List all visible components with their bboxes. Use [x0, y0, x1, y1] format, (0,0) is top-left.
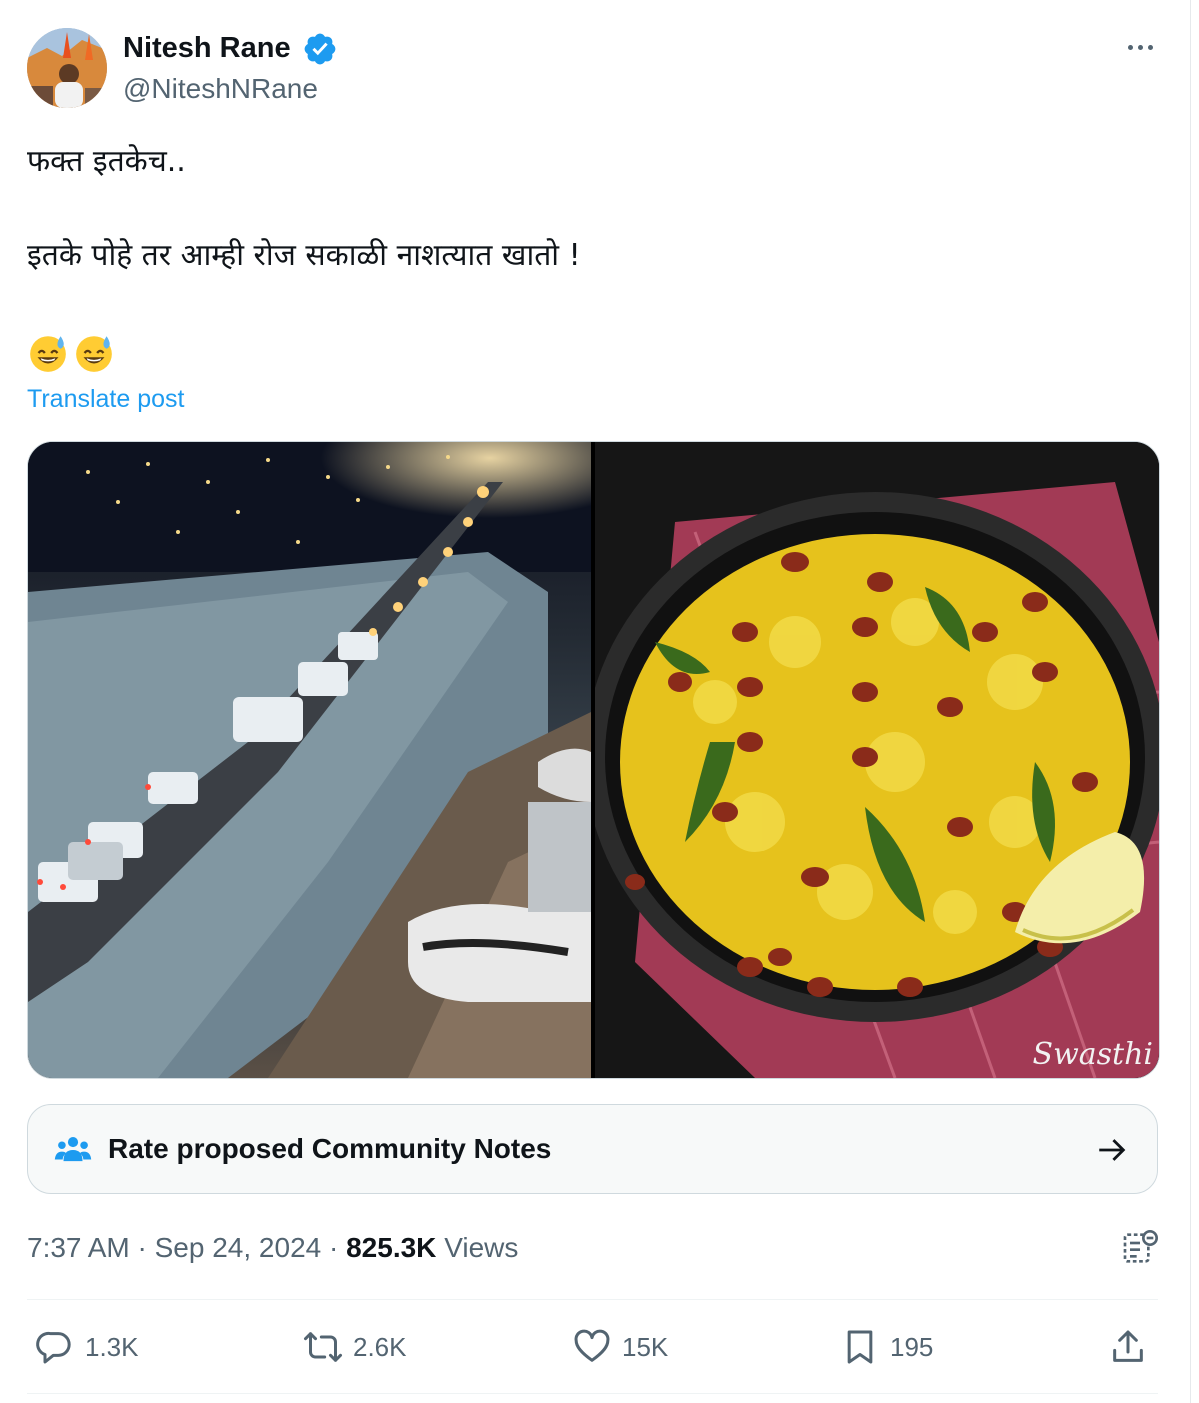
reply-icon [36, 1331, 71, 1364]
repost-icon [304, 1332, 342, 1362]
bookmark-icon [847, 1330, 873, 1364]
repost-button[interactable]: 2.6K [303, 1325, 407, 1369]
repost-count: 2.6K [353, 1332, 407, 1362]
crowd-traffic-image[interactable] [28, 442, 591, 1078]
image-watermark: Swasthi [1032, 1037, 1153, 1072]
column-border [1190, 0, 1191, 1403]
more-options-icon[interactable] [1120, 32, 1160, 62]
post-meta: 7:37 AM · Sep 24, 2024 · 825.3K Views [27, 1229, 518, 1267]
post-date[interactable]: Sep 24, 2024 [155, 1232, 322, 1263]
community-people-icon [54, 1137, 92, 1162]
post-analytics-icon[interactable] [1120, 1228, 1160, 1268]
arrow-right-icon [1099, 1139, 1126, 1161]
post-text-line-2: इतके पोहे तर आम्ही रोज सकाळी नाशत्यात खा… [27, 238, 581, 273]
community-notes-banner[interactable]: Rate proposed Community Notes [27, 1104, 1158, 1194]
bookmark-button[interactable]: 195 [840, 1325, 933, 1369]
sweat-smile-emoji-icon [30, 336, 66, 372]
divider [27, 1393, 1158, 1394]
share-icon [1113, 1330, 1143, 1362]
author-name[interactable]: Nitesh Rane [123, 30, 291, 66]
like-count: 15K [622, 1332, 669, 1362]
bookmark-count: 195 [890, 1332, 934, 1362]
post-time[interactable]: 7:37 AM [27, 1232, 130, 1263]
divider [27, 1299, 1158, 1300]
share-button[interactable] [1108, 1325, 1148, 1369]
like-button[interactable]: 15K [572, 1325, 668, 1369]
reply-button[interactable]: 1.3K [35, 1325, 139, 1369]
views-count: 825.3K [346, 1232, 437, 1263]
meta-separator: · [329, 1232, 339, 1263]
heart-icon [574, 1329, 610, 1362]
meta-separator: · [137, 1232, 147, 1263]
media-grid: Swasthi [27, 441, 1160, 1079]
author-handle[interactable]: @NiteshNRane [123, 71, 318, 107]
community-notes-label: Rate proposed Community Notes [108, 1133, 552, 1164]
avatar[interactable] [27, 28, 107, 108]
post-text-line-1: फक्त इतकेच.. [27, 144, 186, 179]
views-label: Views [444, 1232, 519, 1263]
emoji-row [27, 332, 115, 374]
poha-bowl-image[interactable]: Swasthi [595, 442, 1159, 1078]
translate-post-link[interactable]: Translate post [27, 382, 184, 416]
verified-badge-icon[interactable] [302, 31, 338, 67]
sweat-smile-emoji-icon [76, 336, 112, 372]
reply-count: 1.3K [85, 1332, 139, 1362]
